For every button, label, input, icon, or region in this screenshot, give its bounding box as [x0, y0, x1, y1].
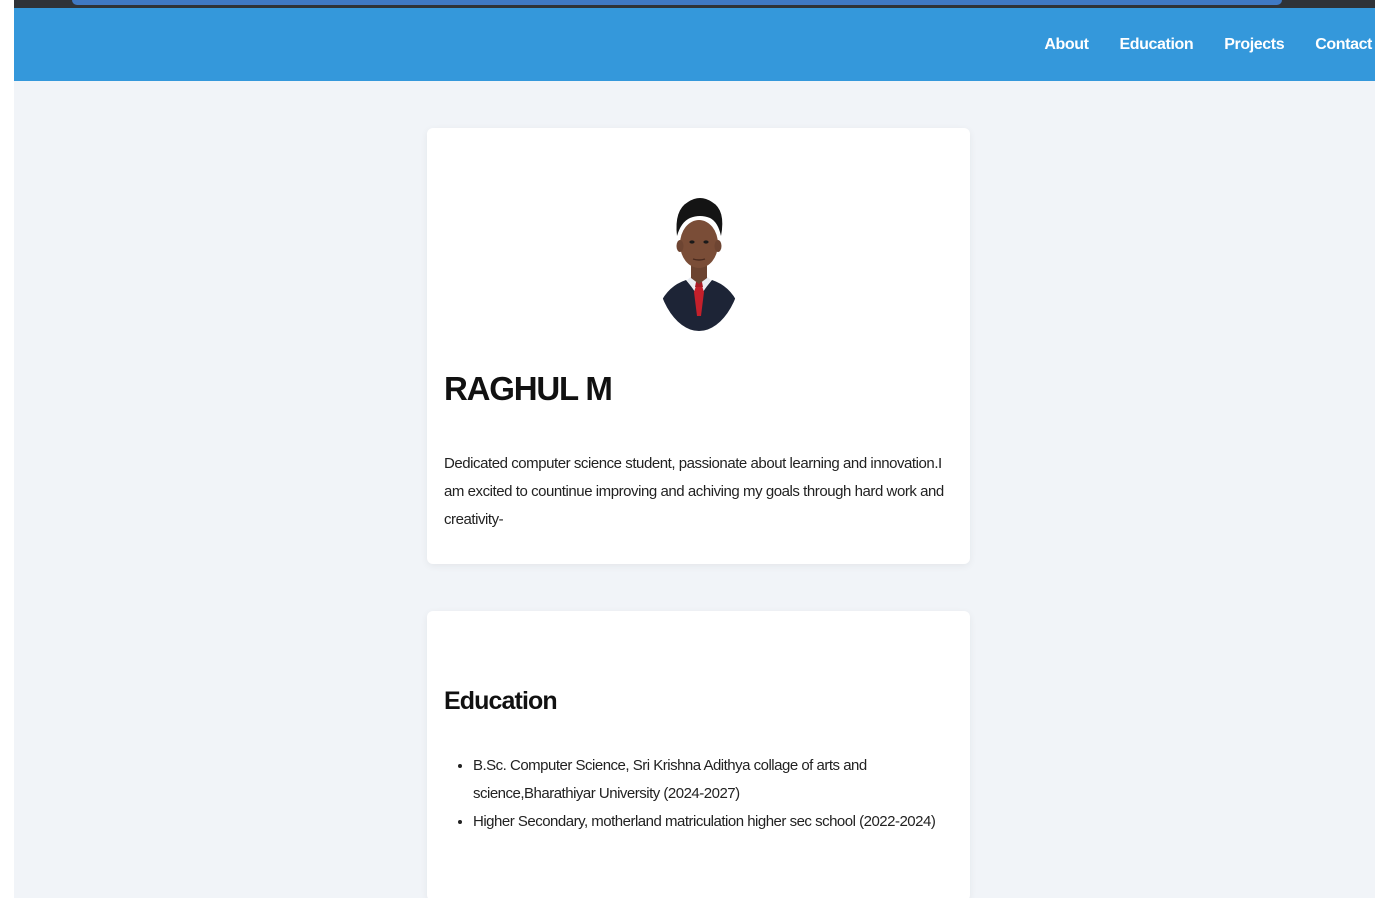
page: About Education Projects Contact RAGHUL … — [14, 0, 1375, 898]
nav-link-about[interactable]: About — [1044, 36, 1089, 54]
profile-photo-illustration — [656, 198, 742, 331]
profile-photo — [654, 166, 744, 331]
nav-link-contact[interactable]: Contact — [1315, 36, 1372, 54]
nav-links: About Education Projects Contact — [1013, 8, 1375, 81]
nav-link-projects[interactable]: Projects — [1224, 36, 1284, 54]
nav-link-education[interactable]: Education — [1120, 36, 1194, 54]
education-card: Education B.Sc. Computer Science, Sri Kr… — [427, 611, 970, 898]
education-heading: Education — [444, 687, 558, 715]
education-item-bsc: B.Sc. Computer Science, Sri Krishna Adit… — [473, 752, 954, 808]
profile-card: RAGHUL M Dedicated computer science stud… — [427, 128, 970, 564]
education-item-higher-secondary: Higher Secondary, motherland matriculati… — [473, 808, 954, 836]
education-list: B.Sc. Computer Science, Sri Krishna Adit… — [444, 752, 954, 836]
profile-name: RAGHUL M — [444, 370, 613, 407]
profile-bio: Dedicated computer science student, pass… — [444, 455, 944, 528]
browser-tab-edge — [72, 0, 1282, 5]
navbar: About Education Projects Contact — [14, 8, 1375, 81]
browser-top-strip — [14, 0, 1375, 8]
